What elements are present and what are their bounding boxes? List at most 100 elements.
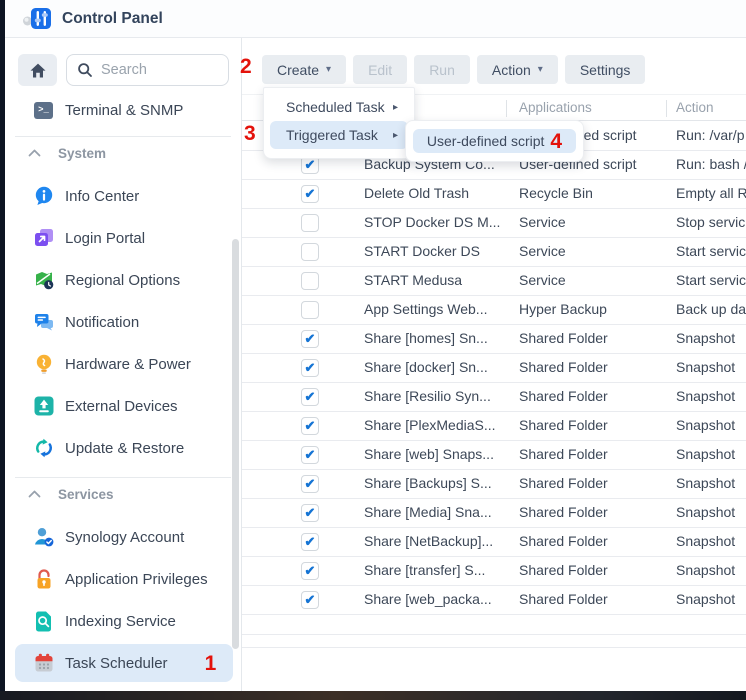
sidebar-item-indexing-service[interactable]: Indexing Service [5, 600, 241, 642]
cell-applications: Service [519, 243, 664, 259]
sidebar-item-external-devices[interactable]: External Devices [5, 385, 241, 427]
menu-item-scheduled-task[interactable]: Scheduled Task ▸ [270, 93, 408, 121]
sidebar-search-row: Search [18, 54, 229, 86]
sidebar-scrollbar[interactable] [232, 239, 239, 649]
sidebar-item-synology-account[interactable]: Synology Account [5, 516, 241, 558]
cell-applications: Shared Folder [519, 417, 664, 433]
sidebar-item-label: Login Portal [65, 230, 145, 247]
search-placeholder: Search [101, 62, 147, 78]
cell-task-name: Share [homes] Sn... [364, 330, 506, 346]
row-checkbox[interactable]: ✔ [301, 562, 319, 580]
row-checkbox[interactable]: ✔ [301, 446, 319, 464]
annotation-1: 1 [205, 653, 217, 674]
table-row[interactable]: ✔Share [NetBackup]...Shared FolderSnapsh… [242, 528, 746, 557]
table-row[interactable]: ✔Share [docker] Sn...Shared FolderSnapsh… [242, 354, 746, 383]
cell-task-name: Share [Media] Sna... [364, 504, 506, 520]
sidebar-item-label: Regional Options [65, 272, 180, 289]
cell-task-name: Share [web] Snaps... [364, 446, 506, 462]
create-button[interactable]: Create▾ [262, 55, 346, 84]
table-row[interactable]: App Settings Web...Hyper BackupBack up d… [242, 296, 746, 325]
cell-applications: Hyper Backup [519, 301, 664, 317]
submenu-arrow-icon: ▸ [393, 102, 398, 113]
cell-action: Snapshot [676, 504, 746, 520]
cell-action: Snapshot [676, 475, 746, 491]
row-checkbox[interactable]: ✔ [301, 417, 319, 435]
cell-applications: Shared Folder [519, 475, 664, 491]
sidebar-item-label: Info Center [65, 188, 139, 205]
row-checkbox[interactable]: ✔ [301, 388, 319, 406]
control-panel-icon [22, 7, 52, 31]
chevron-up-icon [24, 484, 45, 505]
sidebar-item-task-scheduler[interactable]: Task Scheduler1 [15, 644, 233, 682]
table-row[interactable]: ✔Share [Resilio Syn...Shared FolderSnaps… [242, 383, 746, 412]
search-input[interactable]: Search [66, 54, 229, 86]
cell-action: Start servic [676, 243, 746, 259]
cell-action: Run: /var/p [676, 127, 746, 143]
submenu-arrow-icon: ▸ [393, 130, 398, 141]
table-row[interactable]: ✔Share [transfer] S...Shared FolderSnaps… [242, 557, 746, 586]
button-label: Action [492, 62, 531, 78]
table-row[interactable]: START Docker DSServiceStart servic [242, 238, 746, 267]
sidebar-item-notification[interactable]: Notification [5, 301, 241, 343]
sidebar-section-system[interactable]: System [5, 137, 241, 169]
table-row[interactable]: START MedusaServiceStart servic [242, 267, 746, 296]
button-label: Edit [368, 62, 392, 78]
row-checkbox[interactable]: ✔ [301, 504, 319, 522]
cell-action: Back up dat [676, 301, 746, 317]
info-center-icon [33, 186, 54, 207]
row-checkbox[interactable] [301, 272, 319, 290]
table-row[interactable]: ✔Share [PlexMediaS...Shared FolderSnapsh… [242, 412, 746, 441]
button-label: Settings [580, 62, 631, 78]
cell-task-name: Share [Backups] S... [364, 475, 506, 491]
menu-item-label: Scheduled Task [286, 99, 385, 115]
sidebar-item-application-privileges[interactable]: Application Privileges [5, 558, 241, 600]
list-divider [242, 647, 746, 648]
row-checkbox[interactable]: ✔ [301, 591, 319, 609]
row-checkbox[interactable]: ✔ [301, 330, 319, 348]
table-row[interactable]: ✔Share [web] Snaps...Shared FolderSnapsh… [242, 441, 746, 470]
sidebar-item-regional-options[interactable]: Regional Options [5, 259, 241, 301]
sidebar-item-label: Application Privileges [65, 571, 208, 588]
column-header-applications[interactable]: Applications [519, 100, 592, 115]
triggered-task-submenu: User-defined script4 [405, 120, 584, 162]
button-label: Create [277, 62, 319, 78]
sidebar-section-services[interactable]: Services [5, 478, 241, 510]
application-privileges-icon [33, 569, 54, 590]
button-label: Run [429, 62, 455, 78]
table-row[interactable]: ✔Share [Media] Sna...Shared FolderSnapsh… [242, 499, 746, 528]
sidebar-item-terminal-snmp[interactable]: >_ Terminal & SNMP [5, 92, 241, 128]
cell-action: Snapshot [676, 446, 746, 462]
sidebar-item-info-center[interactable]: Info Center [5, 175, 241, 217]
row-checkbox[interactable]: ✔ [301, 475, 319, 493]
table-row[interactable]: STOP Docker DS M...ServiceStop servic [242, 209, 746, 238]
submenu-item-user-defined-script[interactable]: User-defined script4 [413, 129, 576, 153]
cell-applications: Service [519, 214, 664, 230]
table-row[interactable]: ✔Share [homes] Sn...Shared FolderSnapsho… [242, 325, 746, 354]
sidebar-item-login-portal[interactable]: Login Portal [5, 217, 241, 259]
table-row[interactable]: ✔Share [web_packa...Shared FolderSnapsho… [242, 586, 746, 615]
row-checkbox[interactable]: ✔ [301, 359, 319, 377]
sidebar-item-label: Terminal & SNMP [65, 102, 183, 119]
menu-item-triggered-task[interactable]: Triggered Task▸ [270, 121, 408, 149]
table-row[interactable]: ✔Delete Old TrashRecycle BinEmpty all R [242, 180, 746, 209]
row-checkbox[interactable] [301, 214, 319, 232]
cell-action: Snapshot [676, 417, 746, 433]
cell-action: Empty all R [676, 185, 746, 201]
sidebar-item-update-restore[interactable]: Update & Restore [5, 427, 241, 469]
row-checkbox[interactable]: ✔ [301, 185, 319, 203]
row-checkbox[interactable] [301, 301, 319, 319]
column-header-action[interactable]: Action [676, 100, 714, 115]
settings-button[interactable]: Settings [565, 55, 646, 84]
cell-task-name: Delete Old Trash [364, 185, 506, 201]
cell-action: Run: bash / [676, 156, 746, 172]
cell-action: Snapshot [676, 533, 746, 549]
run-button: Run [414, 55, 470, 84]
home-button[interactable] [18, 54, 57, 86]
terminal-icon: >_ [33, 100, 54, 121]
row-checkbox[interactable] [301, 243, 319, 261]
action-button[interactable]: Action▾ [477, 55, 558, 84]
row-checkbox[interactable]: ✔ [301, 533, 319, 551]
table-row[interactable]: ✔ Share [Backups] S... Shared Folder Snapsh… [242, 470, 746, 499]
sidebar-item-hardware-power[interactable]: Hardware & Power [5, 343, 241, 385]
list-divider [242, 634, 746, 635]
